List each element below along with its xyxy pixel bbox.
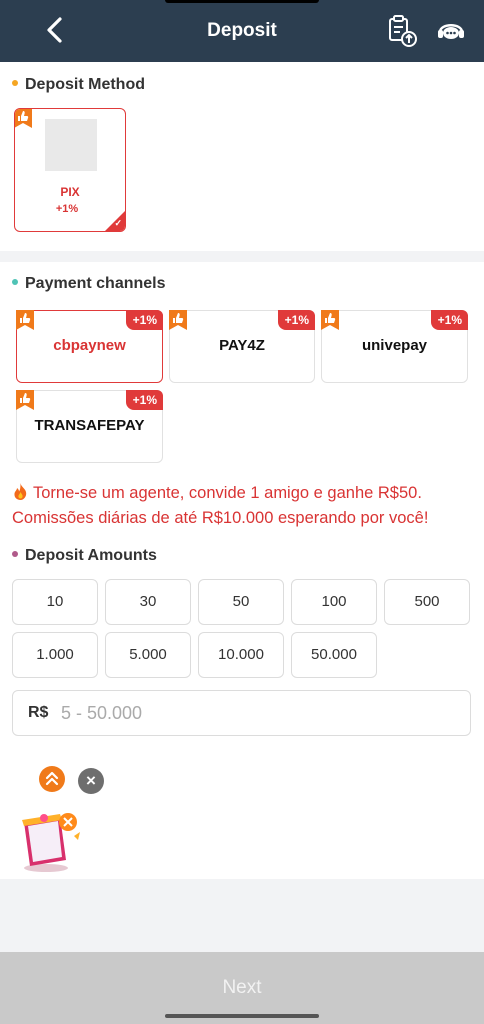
method-name: PIX	[60, 185, 80, 199]
channel-name: PAY4Z	[219, 337, 265, 354]
hot-ribbon-icon	[16, 310, 34, 330]
hot-ribbon-icon	[16, 390, 34, 410]
agent-promo-text: Torne-se um agente, convide 1 amigo e ga…	[12, 481, 476, 531]
channel-name: univepay	[361, 337, 428, 354]
bonus-tag: +1%	[125, 390, 163, 410]
hot-ribbon-icon	[321, 310, 339, 330]
header-bar: Deposit	[0, 0, 484, 62]
channel-name: cbpaynew	[53, 337, 126, 354]
amount-option[interactable]: 10	[12, 579, 98, 625]
section-dot-icon	[12, 550, 18, 557]
deposit-method-title: Deposit Method	[25, 76, 145, 93]
amount-option[interactable]: 10.000	[198, 632, 284, 678]
amount-option[interactable]: 5.000	[105, 632, 191, 678]
footer-bar: Next	[0, 952, 484, 1024]
bonus-tag: +1%	[125, 310, 163, 330]
channel-pay4z[interactable]: +1% PAY4Z	[169, 310, 315, 383]
payment-channels-title: Payment channels	[25, 275, 166, 292]
section-divider	[0, 251, 484, 262]
promo-line-1-text: Torne-se um agente, convide 1 amigo e ga…	[33, 484, 422, 502]
method-bonus: +1%	[55, 203, 79, 215]
amount-option[interactable]: 500	[384, 579, 470, 625]
expand-up-icon[interactable]	[39, 766, 65, 792]
amount-option[interactable]: 1.000	[12, 632, 98, 678]
method-card-pix[interactable]: PIX +1% ✓	[14, 108, 126, 232]
check-icon: ✓	[114, 218, 122, 228]
amount-option[interactable]: 100	[291, 579, 377, 625]
gift-box-icon[interactable]	[14, 808, 86, 874]
promo-line-2: Comissões diárias de até R$10.000 espera…	[12, 509, 429, 527]
payment-channels-heading: Payment channels	[12, 275, 166, 293]
amount-option[interactable]: 30	[105, 579, 191, 625]
hot-ribbon-icon	[169, 310, 187, 330]
amount-input[interactable]	[61, 697, 451, 729]
deposit-record-icon[interactable]	[386, 14, 418, 48]
deposit-amounts-heading: Deposit Amounts	[12, 547, 157, 565]
bonus-tag: +1%	[430, 310, 468, 330]
home-indicator	[165, 1014, 319, 1018]
section-dot-icon	[12, 278, 18, 285]
amount-option[interactable]: 50.000	[291, 632, 377, 678]
close-icon[interactable]: ×	[78, 768, 104, 794]
customer-service-icon[interactable]	[435, 14, 467, 48]
channel-cbpaynew[interactable]: +1% cbpaynew	[16, 310, 163, 383]
amount-input-box: R$	[12, 690, 471, 736]
section-dot-icon	[12, 79, 18, 86]
deposit-amounts-title: Deposit Amounts	[25, 547, 157, 564]
fire-icon	[14, 483, 27, 500]
bonus-tag: +1%	[277, 310, 315, 330]
channel-univepay[interactable]: +1% univepay	[321, 310, 468, 383]
pix-logo-image	[45, 119, 97, 171]
currency-label: R$	[28, 704, 49, 721]
channel-transafepay[interactable]: +1% TRANSAFEPAY	[16, 390, 163, 463]
channel-name: TRANSAFEPAY	[34, 417, 145, 434]
amount-option[interactable]: 50	[198, 579, 284, 625]
hot-ribbon-icon	[15, 109, 32, 128]
deposit-method-heading: Deposit Method	[12, 76, 145, 94]
promo-line-1: Torne-se um agente, convide 1 amigo e ga…	[12, 481, 476, 506]
